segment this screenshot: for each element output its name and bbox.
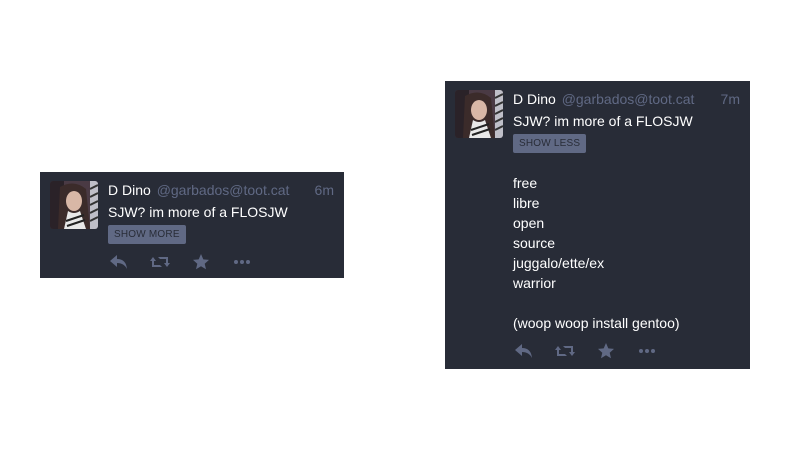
action-bar <box>513 341 677 361</box>
favourite-button[interactable] <box>595 341 617 361</box>
boost-button[interactable] <box>149 252 171 272</box>
account-handle[interactable]: @garbados@toot.cat <box>562 91 695 107</box>
body-line: libre <box>513 195 540 211</box>
favourite-icon <box>193 254 209 270</box>
body-line: juggalo/ette/ex <box>513 255 605 271</box>
body-line: warrior <box>513 275 556 291</box>
status-card-expanded[interactable]: D Dino @garbados@toot.cat 7m SJW? im mor… <box>445 81 750 369</box>
avatar[interactable] <box>50 181 98 229</box>
status-header: D Dino @garbados@toot.cat 6m <box>108 181 334 199</box>
reply-button[interactable] <box>108 252 130 272</box>
status-body: free libre open source juggalo/ette/ex w… <box>513 173 740 333</box>
more-icon <box>639 349 655 353</box>
show-more-button[interactable]: SHOW MORE <box>108 225 186 244</box>
body-line-blank <box>513 293 740 313</box>
status-content: SJW? im more of a FLOSJW SHOW LESS free … <box>513 111 740 333</box>
reply-icon <box>515 344 532 358</box>
reply-button[interactable] <box>513 341 535 361</box>
display-name[interactable]: D Dino <box>513 91 556 107</box>
body-line: source <box>513 235 556 251</box>
boost-button[interactable] <box>554 341 576 361</box>
relative-time[interactable]: 7m <box>721 90 740 108</box>
relative-time[interactable]: 6m <box>315 181 334 199</box>
status-content: SJW? im more of a FLOSJW SHOW MORE <box>108 202 334 244</box>
account-handle[interactable]: @garbados@toot.cat <box>157 182 290 198</box>
body-line: open <box>513 215 545 231</box>
more-icon <box>234 260 250 264</box>
boost-icon <box>150 257 170 267</box>
reply-icon <box>110 255 127 269</box>
show-less-button[interactable]: SHOW LESS <box>513 134 587 153</box>
spoiler-text: SJW? im more of a FLOSJW <box>108 204 288 220</box>
avatar[interactable] <box>455 90 503 138</box>
favourite-icon <box>598 343 614 359</box>
spoiler-text: SJW? im more of a FLOSJW <box>513 113 693 129</box>
body-line: (woop woop install gentoo) <box>513 315 680 331</box>
action-bar <box>108 252 272 272</box>
display-name[interactable]: D Dino <box>108 182 151 198</box>
status-card-collapsed[interactable]: D Dino @garbados@toot.cat 6m SJW? im mor… <box>40 172 344 278</box>
stage: D Dino @garbados@toot.cat 6m SJW? im mor… <box>0 0 790 450</box>
more-button[interactable] <box>636 341 658 361</box>
favourite-button[interactable] <box>190 252 212 272</box>
body-line: free <box>513 175 538 191</box>
boost-icon <box>555 346 575 356</box>
status-header: D Dino @garbados@toot.cat 7m <box>513 90 740 108</box>
more-button[interactable] <box>231 252 253 272</box>
